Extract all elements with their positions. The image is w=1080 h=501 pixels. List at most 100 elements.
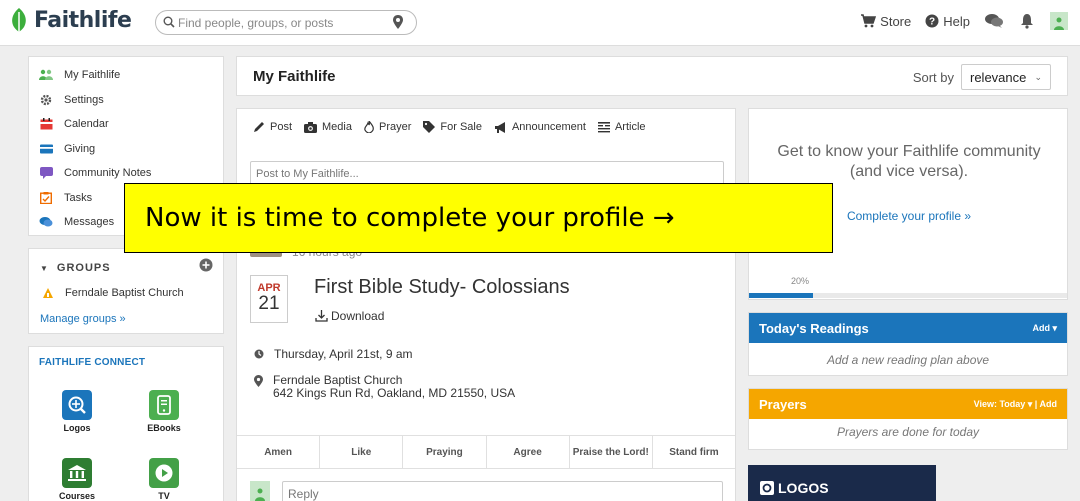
tv-app-icon	[149, 458, 179, 488]
sort-select[interactable]: relevance ⌄	[961, 64, 1051, 90]
prayers-title: Prayers	[759, 396, 807, 412]
reaction-praise[interactable]: Praise the Lord!	[570, 436, 653, 468]
pencil-icon	[254, 122, 264, 132]
app-logos[interactable]: Logos	[47, 390, 107, 433]
post-type-label: Article	[614, 121, 646, 133]
event-location: Ferndale Baptist Church 642 Kings Run Rd…	[254, 374, 515, 400]
app-label: TV	[158, 491, 170, 501]
post-type-article[interactable]: Article	[597, 121, 646, 133]
post-type-label: Media	[322, 121, 352, 133]
note-icon	[39, 167, 53, 180]
svg-text:?: ?	[929, 17, 935, 28]
event-time: Thursday, April 21st, 9 am	[254, 347, 413, 361]
profile-prompt-text: Get to know your Faithlife community (an…	[749, 142, 1069, 182]
manage-groups-link[interactable]: Manage groups »	[40, 313, 126, 325]
group-item[interactable]: Ferndale Baptist Church	[43, 287, 184, 299]
post-type-label: Announcement	[511, 121, 586, 133]
bell-icon[interactable]	[1020, 13, 1034, 29]
chat-icon	[39, 216, 53, 228]
event-time-text: Thursday, April 21st, 9 am	[274, 347, 413, 361]
reply-row: Reply	[250, 481, 723, 501]
post-type-bar: Post Media Prayer For Sale Announcement …	[253, 121, 646, 133]
caret-down-icon: ▼	[40, 264, 49, 273]
app-label: Logos	[63, 423, 91, 433]
prayers-empty-text: Prayers are done for today	[836, 425, 980, 439]
post-type-for-sale[interactable]: For Sale	[423, 121, 482, 133]
reaction-amen[interactable]: Amen	[237, 436, 321, 468]
gear-icon	[39, 94, 53, 106]
sidebar-item-settings[interactable]: Settings	[39, 88, 223, 113]
page-title: My Faithlife	[253, 68, 336, 85]
clock-icon	[254, 349, 264, 359]
sort-label: Sort by	[912, 69, 954, 85]
cart-icon	[861, 14, 877, 28]
sidebar-item-label: Community Notes	[64, 167, 152, 180]
sidebar-item-giving[interactable]: Giving	[39, 137, 223, 162]
groups-header[interactable]: ▼ GROUPS	[40, 262, 111, 274]
groups-title: GROUPS	[56, 262, 111, 274]
prayers-panel: Prayers View: Today ▾ | Add Prayers are …	[748, 388, 1068, 450]
post-type-media[interactable]: Media	[304, 121, 352, 133]
post-type-label: Post	[270, 121, 293, 133]
ebooks-app-icon	[149, 390, 179, 420]
readings-add-button[interactable]: Add ▾	[1032, 323, 1057, 334]
logos-ad-banner[interactable]: LOGOS	[748, 465, 936, 501]
sidebar-item-label: Calendar	[64, 118, 109, 131]
reaction-praying[interactable]: Praying	[403, 436, 487, 468]
download-label: Download	[331, 309, 385, 323]
header-actions: Store ? Help	[860, 12, 1068, 30]
sidebar-item-label: Settings	[64, 93, 104, 106]
search-icon	[163, 16, 175, 28]
chat-icon[interactable]	[984, 13, 1004, 29]
add-group-icon[interactable]	[199, 258, 213, 272]
prayers-header: Prayers View: Today ▾ | Add	[749, 389, 1067, 419]
post-type-label: For Sale	[440, 121, 482, 133]
location-pin-icon[interactable]	[392, 14, 404, 30]
megaphone-icon	[494, 121, 505, 133]
app-label: Courses	[58, 491, 95, 501]
reaction-like[interactable]: Like	[320, 436, 404, 468]
sidebar-item-community-notes[interactable]: Community Notes	[39, 161, 223, 186]
event-title[interactable]: First Bible Study- Colossians	[314, 276, 570, 299]
reply-input[interactable]: Reply	[282, 481, 723, 501]
post-type-prayer[interactable]: Prayer	[364, 121, 411, 133]
courses-app-icon	[62, 458, 92, 488]
card-icon	[39, 143, 53, 155]
user-avatar[interactable]	[1050, 12, 1068, 30]
post-type-announcement[interactable]: Announcement	[494, 121, 586, 133]
sort-control: Sort by relevance ⌄	[913, 64, 1051, 90]
faithlife-logo[interactable]: Faithlife	[8, 7, 132, 33]
readings-title: Today's Readings	[759, 320, 869, 336]
readings-header: Today's Readings Add ▾	[749, 313, 1067, 343]
search-box[interactable]	[155, 10, 417, 35]
sort-value: relevance	[970, 69, 1027, 85]
sidebar-item-calendar[interactable]: Calendar	[39, 112, 223, 137]
reaction-stand-firm[interactable]: Stand firm	[653, 436, 735, 468]
flame-icon	[364, 121, 374, 133]
help-link[interactable]: ? Help	[925, 14, 970, 29]
app-courses[interactable]: Courses	[47, 458, 107, 501]
reaction-agree[interactable]: Agree	[487, 436, 570, 468]
connect-title: FAITHLIFE CONNECT	[39, 357, 146, 368]
logo-text: Faithlife	[34, 7, 132, 33]
feed-panel: Post Media Prayer For Sale Announcement …	[236, 108, 736, 501]
user-icon	[1054, 17, 1064, 30]
sidebar-item-label: Tasks	[64, 191, 93, 204]
sidebar-item-my-faithlife[interactable]: My Faithlife	[39, 63, 223, 88]
logos-mark-icon	[760, 481, 774, 495]
download-link[interactable]: Download	[315, 309, 384, 323]
app-tv[interactable]: TV	[134, 458, 194, 501]
app-ebooks[interactable]: EBooks	[134, 390, 194, 433]
app-label: EBooks	[147, 423, 181, 433]
tasks-icon	[39, 191, 53, 204]
reaction-bar: Amen Like Praying Agree Praise the Lord!…	[237, 435, 735, 469]
post-type-label: Prayer	[378, 121, 412, 133]
store-link[interactable]: Store	[860, 14, 911, 29]
sidebar-item-label: Giving	[64, 142, 96, 155]
event-address: 642 Kings Run Rd, Oakland, MD 21550, USA	[273, 386, 516, 400]
reply-avatar	[250, 481, 270, 501]
profile-progress-bar	[749, 293, 1067, 298]
post-type-post[interactable]: Post	[253, 121, 292, 133]
prayers-view-controls[interactable]: View: Today ▾ | Add	[974, 399, 1057, 410]
search-input[interactable]	[178, 14, 378, 31]
